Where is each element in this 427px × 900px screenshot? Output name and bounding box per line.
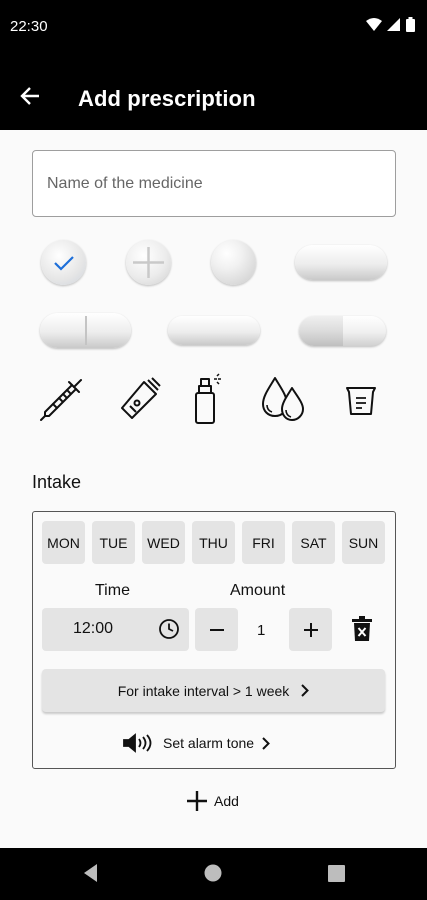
signal-icon: [387, 17, 400, 31]
delete-intake-icon[interactable]: [351, 616, 373, 642]
battery-icon: [406, 17, 415, 32]
add-label: Add: [214, 793, 239, 809]
amount-label: Amount: [230, 582, 286, 599]
ointment-tube-icon: [121, 377, 161, 419]
nav-back-icon[interactable]: [81, 862, 99, 884]
add-intake-button[interactable]: Add: [186, 790, 239, 812]
ointment-tube-button[interactable]: [115, 374, 165, 424]
chevron-right-icon: [301, 684, 310, 697]
spray-bottle-icon: [195, 373, 221, 424]
time-label: Time: [95, 582, 130, 599]
softgel-pill[interactable]: [211, 240, 256, 285]
scored-round-pill[interactable]: [126, 240, 171, 285]
plus-icon: [187, 791, 207, 811]
syringe-button[interactable]: [37, 374, 87, 424]
intake-card: MON TUE WED THU FRI SAT SUN Time Amount …: [32, 511, 396, 769]
day-tue[interactable]: TUE: [92, 521, 135, 564]
two-tone-capsule-pill[interactable]: [299, 316, 386, 346]
wifi-icon: [366, 17, 382, 31]
capsule-pill[interactable]: [168, 316, 260, 345]
back-button[interactable]: [14, 80, 46, 112]
decrease-amount-button[interactable]: [195, 608, 238, 651]
intake-interval-label: For intake interval > 1 week: [117, 682, 290, 699]
clock-icon: [159, 619, 179, 639]
chevron-right-icon: [262, 736, 270, 750]
measuring-cup-button[interactable]: [341, 380, 381, 420]
intake-label: Intake: [32, 472, 82, 492]
oval-pill[interactable]: [295, 245, 387, 280]
increase-amount-button[interactable]: [289, 608, 332, 651]
nav-recents-icon[interactable]: [328, 865, 345, 882]
capsule-score-line: [85, 316, 87, 345]
status-bar: 22:30: [0, 0, 427, 58]
page-title: Add prescription: [78, 86, 256, 111]
amount-value: 1: [257, 622, 266, 639]
set-alarm-tone-button[interactable]: Set alarm tone: [123, 733, 270, 753]
back-arrow-icon: [20, 87, 39, 105]
syringe-icon: [40, 379, 82, 421]
speaker-icon: [123, 733, 152, 753]
status-icons: [366, 17, 415, 32]
drops-button[interactable]: [258, 372, 308, 426]
day-sun[interactable]: SUN: [342, 521, 385, 564]
check-icon: [53, 255, 74, 271]
drops-icon: [262, 377, 304, 421]
plus-icon: [303, 622, 318, 637]
alarm-tone-label: Set alarm tone: [163, 735, 255, 751]
time-value: 12:00: [73, 620, 114, 637]
medicine-name-field[interactable]: [32, 150, 396, 217]
day-wed[interactable]: WED: [142, 521, 185, 564]
spray-bottle-button[interactable]: [185, 372, 229, 426]
day-thu[interactable]: THU: [192, 521, 235, 564]
app-bar: Add prescription: [0, 58, 427, 130]
day-fri[interactable]: FRI: [242, 521, 285, 564]
intake-interval-button[interactable]: For intake interval > 1 week: [42, 669, 385, 712]
round-pill-selected[interactable]: [41, 240, 86, 285]
scored-capsule-pill[interactable]: [40, 313, 131, 348]
nav-home-icon[interactable]: [203, 863, 223, 883]
minus-icon: [209, 628, 224, 631]
measuring-cup-icon: [346, 387, 376, 415]
time-picker[interactable]: 12:00: [42, 608, 189, 651]
score-lines-icon: [133, 247, 164, 278]
capsule-half: [343, 316, 386, 346]
day-mon[interactable]: MON: [42, 521, 85, 564]
day-sat[interactable]: SAT: [292, 521, 335, 564]
status-time: 22:30: [10, 18, 48, 35]
medicine-name-input[interactable]: [33, 151, 395, 216]
navigation-bar: [0, 848, 427, 900]
